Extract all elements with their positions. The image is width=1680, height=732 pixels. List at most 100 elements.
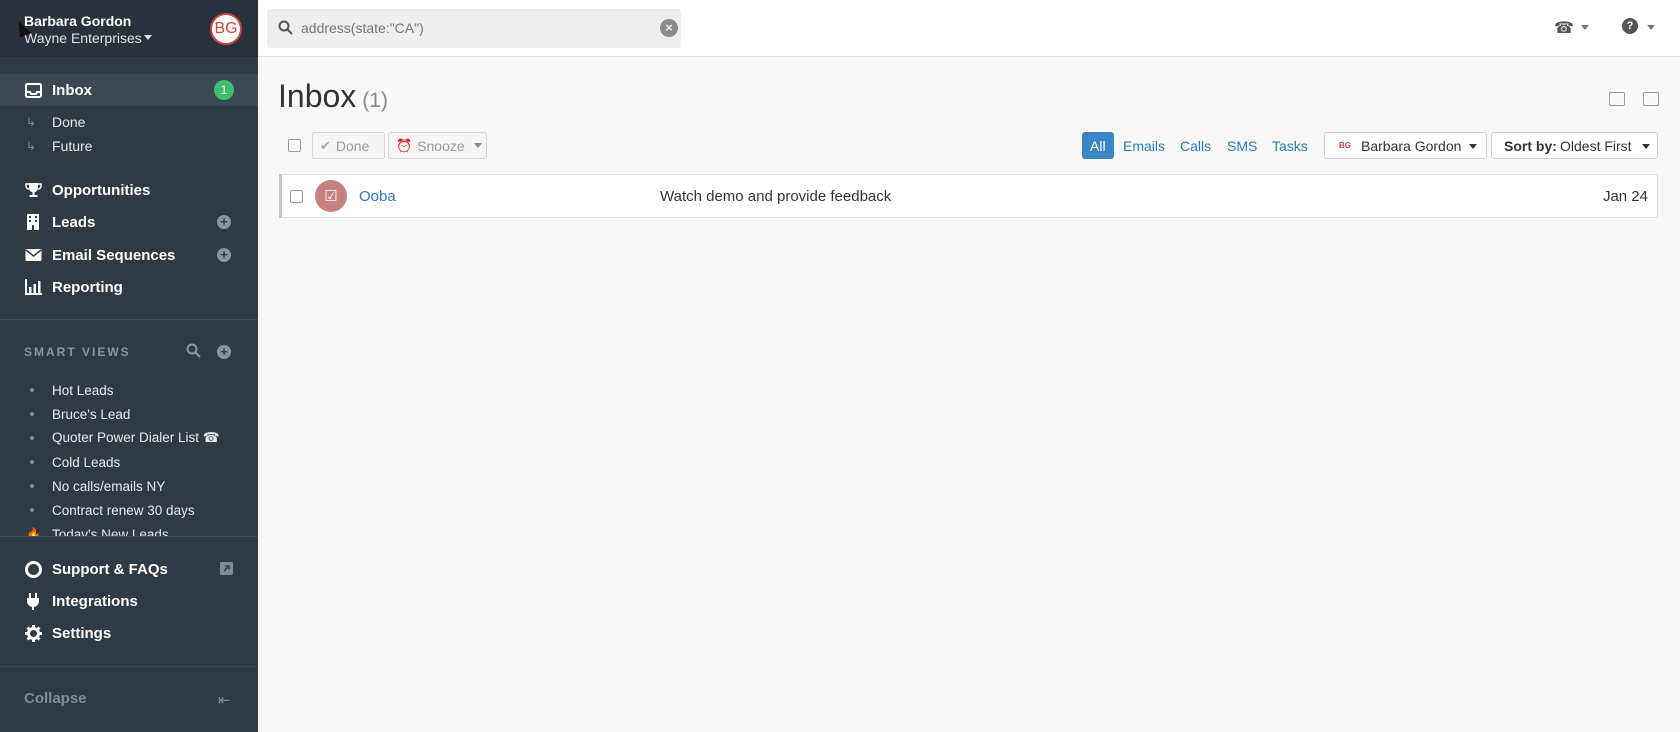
bullet-icon [30,460,34,464]
smart-view-item[interactable]: Bruce's Lead [0,402,258,426]
divider [0,536,258,537]
user-filter-dropdown[interactable]: BG Barbara Gordon [1324,132,1487,159]
add-lead-icon[interactable]: + [217,215,231,229]
search-icon [278,20,294,36]
task-subject[interactable]: Watch demo and provide feedback [660,188,891,205]
lead-link[interactable]: Ooba [359,188,396,205]
chevron-down-icon [473,143,482,148]
sidebar-item-support[interactable]: Support & FAQs [0,553,258,585]
smart-view-item[interactable]: 🔥 Today's New Leads [0,522,258,537]
sidebar-item-settings[interactable]: Settings [0,617,258,649]
add-smart-view-icon[interactable]: + [217,345,231,359]
smart-view-label: No calls/emails NY [52,478,166,494]
alarm-clock-icon: ⏰ [396,137,413,153]
snooze-button[interactable]: ⏰ Snooze [388,132,487,159]
snooze-button-label: Snooze [417,137,465,154]
smart-view-item[interactable]: Quoter Power Dialer List ☎ [0,426,258,450]
filter-all[interactable]: All [1082,132,1114,159]
mail-icon [24,246,42,264]
sort-dropdown[interactable]: Sort by: Oldest First [1491,132,1658,159]
chevron-down-icon[interactable] [1647,25,1655,30]
smart-view-item[interactable]: Contract renew 30 days [0,498,258,522]
sidebar-item-label: Inbox [52,81,92,99]
sidebar-item-inbox[interactable]: Inbox 1 [0,74,258,106]
add-sequence-icon[interactable]: + [217,248,231,262]
bullet-icon [30,388,34,392]
sidebar-item-label: Leads [52,213,96,231]
sidebar-item-email-sequences[interactable]: Email Sequences + [0,239,258,271]
inbox-count: (1) [362,89,388,112]
sidebar-item-leads[interactable]: Leads + [0,206,258,238]
smart-views-heading: SMART VIEWS [24,345,131,359]
collapse-button[interactable]: Collapse [24,690,87,707]
keyboard-icon[interactable] [1643,92,1659,106]
help-icon[interactable]: ? [1622,18,1638,34]
account-switcher[interactable]: Barbara Gordon Wayne Enterprises BG [0,0,258,57]
smart-view-item[interactable]: Hot Leads [0,378,258,402]
task-icon: ☑ [315,180,347,212]
filter-emails[interactable]: Emails [1115,132,1173,159]
chevron-down-icon [1469,144,1477,149]
bullet-icon [30,484,34,488]
row-checkbox[interactable] [290,190,303,203]
smart-view-item[interactable]: No calls/emails NY [0,474,258,498]
filter-calls[interactable]: Calls [1172,132,1219,159]
sidebar-item-label: Done [52,114,86,130]
smart-views-list: Hot Leads Bruce's Lead Quoter Power Dial… [0,378,258,537]
sidebar-item-reporting[interactable]: Reporting [0,271,258,303]
bullet-icon [30,508,34,512]
search-input[interactable] [301,17,641,39]
phone-icon[interactable]: ☎ [1554,18,1574,38]
collapse-icon[interactable]: ⇤ [218,691,231,709]
chevron-down-icon [1642,144,1650,149]
select-all-checkbox[interactable] [288,139,301,152]
smart-view-item[interactable]: Cold Leads [0,450,258,474]
sort-value: Oldest First [1560,137,1632,154]
divider [0,666,258,667]
page-title-text: Inbox [278,78,357,114]
clear-search-icon[interactable]: × [660,19,678,37]
filter-sms[interactable]: SMS [1219,132,1265,159]
sub-arrow-icon: ↳ [26,115,37,129]
sidebar-item-label: Future [52,138,93,154]
search-icon[interactable] [186,343,202,359]
smart-view-label: Quoter Power Dialer List ☎ [52,430,220,445]
plug-icon [24,592,42,610]
sidebar-item-label: Support & FAQs [52,560,168,578]
avatar[interactable]: BG [210,13,242,45]
smart-view-label: Today's New Leads [52,526,169,537]
check-icon: ✔ [320,137,331,153]
search-box[interactable]: × [267,9,681,48]
trophy-icon [24,181,42,199]
bullet-icon [30,412,34,416]
sidebar-item-label: Settings [52,624,112,642]
sidebar-item-future[interactable]: ↳ Future [0,135,258,157]
avatar: BG [1339,141,1351,150]
done-button-label: Done [335,137,370,154]
chevron-down-icon[interactable] [1581,25,1589,30]
smart-view-label: Hot Leads [52,382,114,398]
account-org: Wayne Enterprises [24,30,142,46]
chevron-down-icon [144,35,152,40]
calendar-icon[interactable] [1609,92,1625,106]
chart-icon [24,278,42,296]
sidebar-item-integrations[interactable]: Integrations [0,585,258,617]
sort-label: Sort by: [1504,137,1557,154]
page-title: Inbox (1) [278,78,388,115]
filter-tasks[interactable]: Tasks [1264,132,1316,159]
sub-arrow-icon: ↳ [26,139,37,153]
inbox-icon [24,81,42,99]
sidebar-item-done[interactable]: ↳ Done [0,111,258,133]
smart-view-label: Bruce's Lead [52,406,131,422]
task-date: Jan 24 [1602,188,1648,205]
sidebar-item-label: Integrations [52,592,138,610]
sidebar-item-label: Opportunities [52,181,151,199]
done-button[interactable]: ✔ Done [312,132,385,159]
lifebuoy-icon [24,560,42,578]
smart-view-label: Cold Leads [52,454,121,470]
inbox-row[interactable]: ☑ Ooba Watch demo and provide feedback J… [279,174,1658,218]
sidebar-item-opportunities[interactable]: Opportunities [0,174,258,206]
sidebar: Barbara Gordon Wayne Enterprises BG Inbo… [0,0,258,732]
building-icon [24,213,42,231]
sidebar-item-label: Reporting [52,278,123,296]
